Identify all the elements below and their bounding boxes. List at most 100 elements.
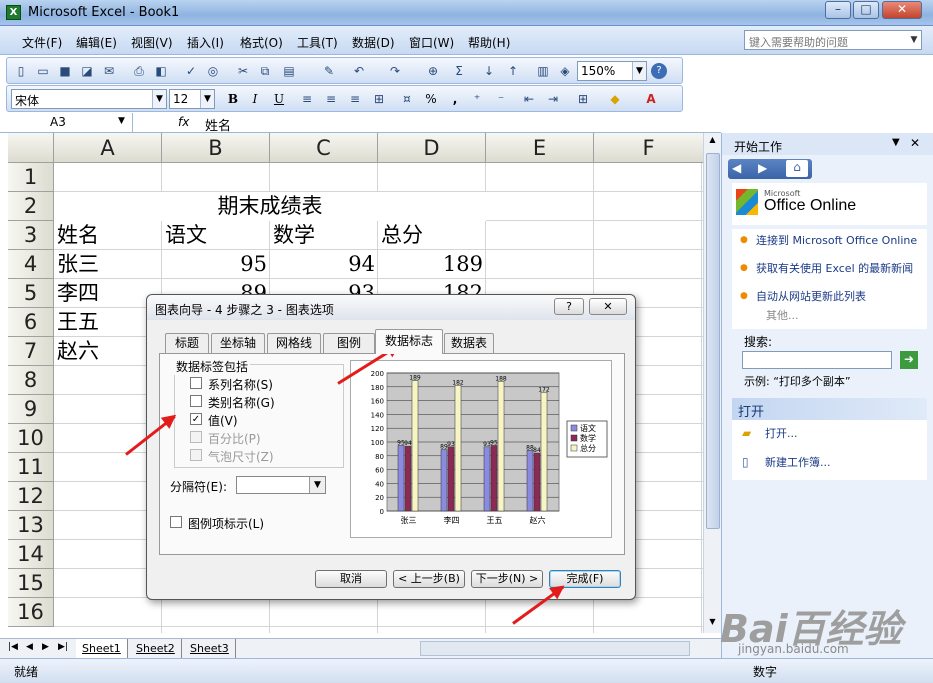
- column-header[interactable]: B: [162, 133, 270, 163]
- row-header[interactable]: 12: [8, 482, 54, 511]
- row-header[interactable]: 16: [8, 598, 54, 627]
- percent-button[interactable]: %: [423, 91, 439, 107]
- maximize-button[interactable]: □: [853, 1, 879, 19]
- percent-checkbox[interactable]: [190, 431, 202, 443]
- email-icon[interactable]: ✉: [101, 63, 117, 79]
- header-cell[interactable]: 总分: [378, 221, 486, 250]
- formula-content[interactable]: 姓名: [205, 115, 231, 134]
- header-cell[interactable]: 数学: [270, 221, 378, 250]
- decrease-indent-icon[interactable]: ⇤: [521, 91, 537, 107]
- copy-icon[interactable]: ⧉: [257, 63, 273, 79]
- table-title-cell[interactable]: 期末成绩表: [54, 192, 486, 221]
- back-icon[interactable]: ◀: [732, 161, 741, 175]
- drawing-icon[interactable]: ◈: [557, 63, 573, 79]
- separator-select[interactable]: ▼: [236, 476, 326, 494]
- row-header[interactable]: 14: [8, 540, 54, 569]
- currency-icon[interactable]: ¤: [399, 91, 415, 107]
- open-icon[interactable]: ▭: [35, 63, 51, 79]
- search-input[interactable]: [742, 351, 892, 369]
- first-sheet-icon[interactable]: |◀: [8, 642, 18, 652]
- menu-insert[interactable]: 插入(I): [187, 34, 224, 51]
- tab-titles[interactable]: 标题: [165, 333, 209, 353]
- permission-icon[interactable]: ◪: [79, 63, 95, 79]
- italic-button[interactable]: I: [247, 91, 263, 107]
- help-search-input[interactable]: 键入需要帮助的问题 ▼: [744, 30, 922, 50]
- chevron-down-icon[interactable]: ▼: [309, 477, 325, 493]
- merge-center-icon[interactable]: ⊞: [371, 91, 387, 107]
- zoom-select[interactable]: 150% ▼: [577, 61, 647, 81]
- row-header[interactable]: 15: [8, 569, 54, 598]
- spelling-icon[interactable]: ✓: [183, 63, 199, 79]
- hyperlink-icon[interactable]: ⊕: [425, 63, 441, 79]
- column-header[interactable]: C: [270, 133, 378, 163]
- link-connect-online[interactable]: 连接到 Microsoft Office Online: [756, 234, 921, 247]
- print-preview-icon[interactable]: ◧: [153, 63, 169, 79]
- new-icon[interactable]: ▯: [13, 63, 29, 79]
- cancel-button[interactable]: 取消: [315, 570, 387, 588]
- menu-help[interactable]: 帮助(H): [468, 34, 510, 51]
- last-sheet-icon[interactable]: ▶|: [58, 642, 68, 652]
- link-open[interactable]: 打开...: [765, 427, 798, 440]
- menu-window[interactable]: 窗口(W): [409, 34, 454, 51]
- minimize-button[interactable]: –: [825, 1, 851, 19]
- scroll-thumb[interactable]: [706, 153, 720, 529]
- bold-button[interactable]: B: [225, 91, 241, 107]
- home-icon[interactable]: ⌂: [786, 160, 808, 177]
- chevron-down-icon[interactable]: ▼: [200, 90, 214, 108]
- score-cell[interactable]: 94: [270, 250, 378, 279]
- align-left-icon[interactable]: ≡: [299, 91, 315, 107]
- scroll-up-icon[interactable]: ▲: [705, 135, 720, 151]
- sort-descending-icon[interactable]: ↑: [505, 63, 521, 79]
- scroll-down-icon[interactable]: ▼: [705, 617, 720, 631]
- select-all-corner[interactable]: [8, 133, 54, 163]
- increase-indent-icon[interactable]: ⇥: [545, 91, 561, 107]
- series-name-checkbox[interactable]: [190, 377, 202, 389]
- sheet-tab[interactable]: Sheet3: [184, 639, 236, 658]
- header-cell[interactable]: 姓名: [54, 221, 162, 250]
- borders-icon[interactable]: ⊞: [575, 91, 591, 107]
- decrease-decimal-icon[interactable]: ⁻: [493, 91, 509, 107]
- row-header[interactable]: 4: [8, 250, 54, 279]
- align-center-icon[interactable]: ≡: [323, 91, 339, 107]
- value-checkbox[interactable]: ✓: [190, 413, 202, 425]
- format-painter-icon[interactable]: ✎: [321, 63, 337, 79]
- font-color-icon[interactable]: A: [643, 91, 659, 107]
- legend-key-checkbox[interactable]: [170, 516, 182, 528]
- menu-view[interactable]: 视图(V): [131, 34, 173, 51]
- office-online-logo[interactable]: Microsoft Office Online: [732, 183, 927, 225]
- score-cell[interactable]: 189: [378, 250, 486, 279]
- chevron-down-icon[interactable]: ▼: [632, 62, 646, 80]
- close-icon[interactable]: ✕: [910, 136, 920, 150]
- back-button[interactable]: < 上一步(B): [393, 570, 465, 588]
- menu-edit[interactable]: 编辑(E): [76, 34, 117, 51]
- tab-gridlines[interactable]: 网格线: [267, 333, 321, 353]
- column-header[interactable]: F: [594, 133, 704, 163]
- comma-button[interactable]: ,: [447, 91, 463, 107]
- vertical-scrollbar[interactable]: ▲ ▼: [703, 133, 721, 633]
- tab-data-table[interactable]: 数据表: [444, 333, 494, 353]
- bubble-size-checkbox[interactable]: [190, 449, 202, 461]
- row-header[interactable]: 2: [8, 192, 54, 221]
- prev-sheet-icon[interactable]: ◀: [26, 642, 33, 652]
- font-size-select[interactable]: 12 ▼: [169, 89, 215, 109]
- link-auto-update[interactable]: 自动从网站更新此列表: [756, 290, 921, 303]
- menu-file[interactable]: 文件(F): [22, 34, 62, 51]
- chevron-down-icon[interactable]: ▼: [152, 90, 166, 108]
- fx-icon[interactable]: fx: [178, 115, 189, 129]
- row-header[interactable]: 11: [8, 453, 54, 482]
- chart-wizard-icon[interactable]: ▥: [535, 63, 551, 79]
- row-header[interactable]: 5: [8, 279, 54, 308]
- row-header[interactable]: 13: [8, 511, 54, 540]
- research-icon[interactable]: ◎: [205, 63, 221, 79]
- menu-format[interactable]: 格式(O): [240, 34, 283, 51]
- underline-button[interactable]: U: [271, 91, 287, 107]
- undo-icon[interactable]: ↶: [351, 63, 367, 79]
- row-header[interactable]: 8: [8, 366, 54, 395]
- column-header[interactable]: A: [54, 133, 162, 163]
- name-box[interactable]: A3 ▼: [0, 113, 133, 133]
- next-button[interactable]: 下一步(N) >: [471, 570, 543, 588]
- score-cell[interactable]: 95: [162, 250, 270, 279]
- forward-icon[interactable]: ▶: [758, 161, 767, 175]
- go-arrow-icon[interactable]: ➜: [900, 351, 918, 369]
- sheet-tab[interactable]: Sheet2: [130, 639, 182, 658]
